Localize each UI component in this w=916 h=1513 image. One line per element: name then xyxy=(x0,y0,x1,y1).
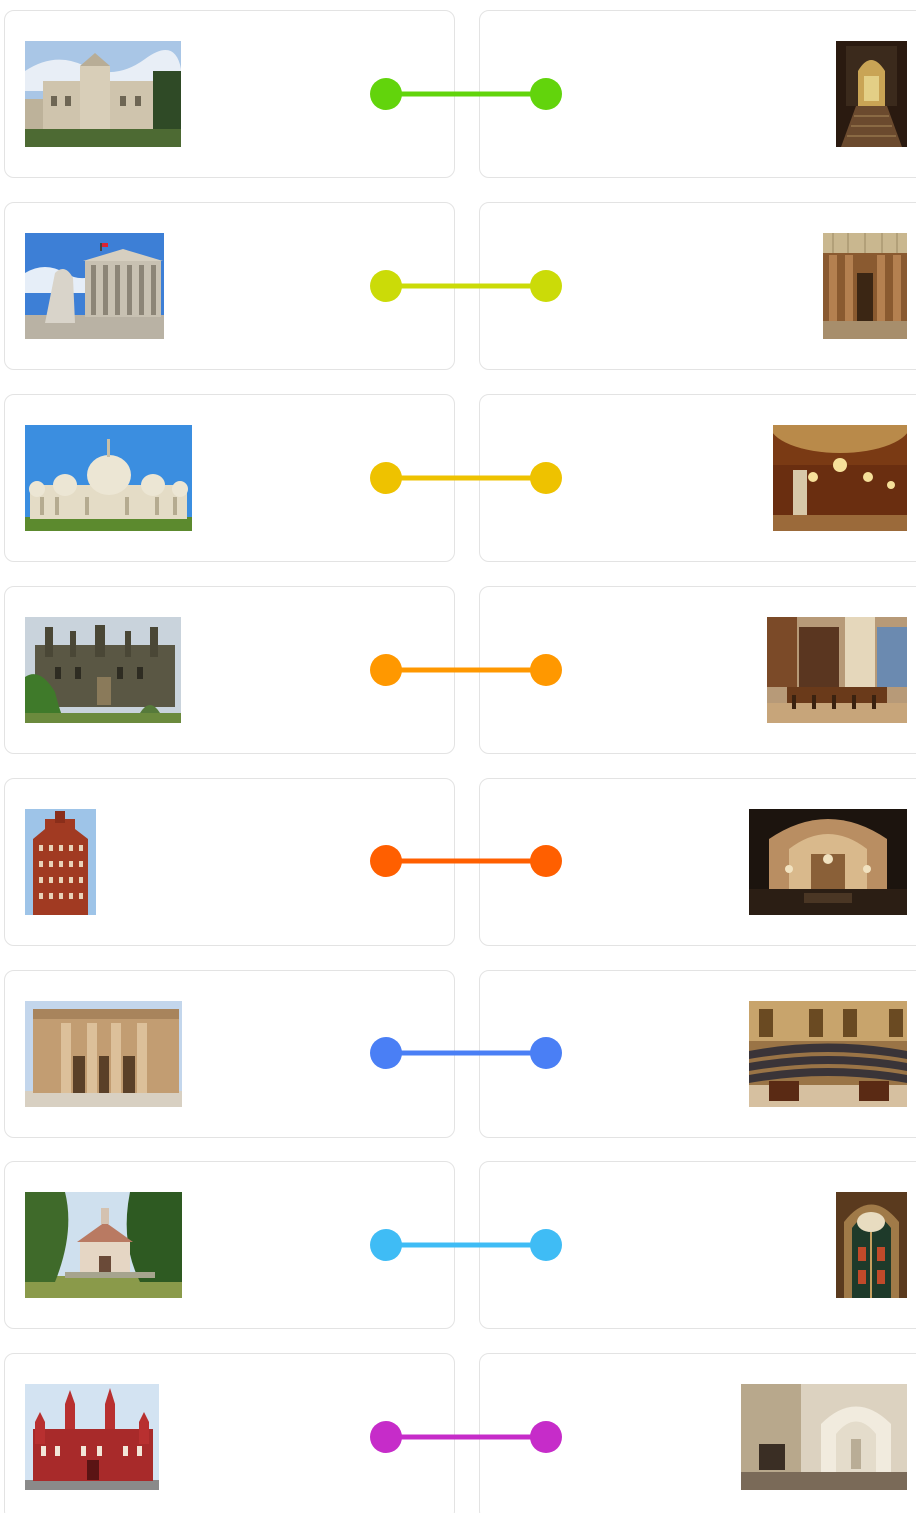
right-connector-dot[interactable] xyxy=(530,1229,562,1261)
domed-pavilion-exterior-photo[interactable] xyxy=(25,425,192,531)
dining-hall-interior-photo[interactable] xyxy=(767,617,907,723)
left-connector-dot[interactable] xyxy=(370,845,402,877)
right-connector-dot[interactable] xyxy=(530,654,562,686)
left-connector-dot[interactable] xyxy=(370,654,402,686)
park-pavilion-exterior-photo[interactable] xyxy=(25,1192,182,1298)
right-connector-dot[interactable] xyxy=(530,1037,562,1069)
arched-reading-room-interior-photo[interactable] xyxy=(749,809,907,915)
chandelier-hall-interior-photo[interactable] xyxy=(773,425,907,531)
left-connector-dot[interactable] xyxy=(370,462,402,494)
ornate-staircase-interior-photo[interactable] xyxy=(836,41,907,147)
parliament-colonnade-photo[interactable] xyxy=(25,233,164,339)
carved-arch-room-interior-photo[interactable] xyxy=(741,1384,907,1490)
egyptian-temple-facade-photo[interactable] xyxy=(25,1001,182,1107)
assembly-chamber-interior-photo[interactable] xyxy=(749,1001,907,1107)
left-connector-dot[interactable] xyxy=(370,1421,402,1453)
castle-exterior-photo[interactable] xyxy=(25,41,181,147)
gothic-palace-exterior-photo[interactable] xyxy=(25,617,181,723)
ornate-doorway-interior-photo[interactable] xyxy=(836,1192,907,1298)
right-connector-dot[interactable] xyxy=(530,462,562,494)
brick-tower-exterior-photo[interactable] xyxy=(25,809,96,915)
left-connector-dot[interactable] xyxy=(370,1037,402,1069)
matching-board xyxy=(0,0,916,1513)
left-connector-dot[interactable] xyxy=(370,270,402,302)
left-connector-dot[interactable] xyxy=(370,78,402,110)
right-connector-dot[interactable] xyxy=(530,78,562,110)
right-connector-dot[interactable] xyxy=(530,1421,562,1453)
left-connector-dot[interactable] xyxy=(370,1229,402,1261)
columned-hall-interior-photo[interactable] xyxy=(823,233,907,339)
red-brick-museum-exterior-photo[interactable] xyxy=(25,1384,159,1490)
right-connector-dot[interactable] xyxy=(530,270,562,302)
right-connector-dot[interactable] xyxy=(530,845,562,877)
